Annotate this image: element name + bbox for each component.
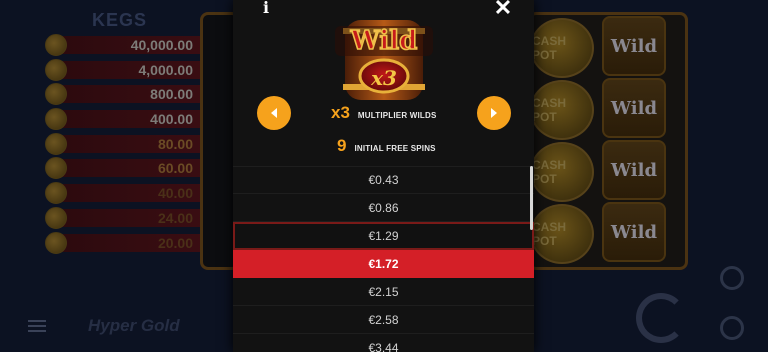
paytable-row: 4,000.00 [45, 58, 205, 81]
previous-feature-button[interactable] [257, 96, 291, 130]
cash-pot-symbol: CASH POT [530, 142, 594, 202]
feature-label: INITIAL FREE SPINS [354, 144, 436, 153]
paytable-row: 60.00 [45, 157, 205, 180]
badge-title: Wild [350, 26, 418, 56]
game-screen: KEGS 40,000.00 4,000.00 800.00 400.00 80… [0, 0, 768, 352]
turbo-icon[interactable] [720, 266, 744, 290]
paytable-row: 80.00 [45, 132, 205, 155]
wild-symbol: Wild [602, 140, 666, 200]
cash-pot-symbol: CASH POT [530, 18, 594, 78]
bet-option[interactable]: €0.86 [233, 194, 534, 222]
paytable-value: 40,000.00 [130, 37, 193, 53]
close-button[interactable]: ✕ [493, 0, 513, 19]
wild-symbol: Wild [602, 202, 666, 262]
paytable-row: 20.00 [45, 231, 205, 254]
info-button[interactable]: i [260, 0, 272, 16]
chevron-right-icon [491, 108, 497, 118]
bet-option-hovered[interactable]: €1.29 [233, 222, 534, 250]
feature-multiplier-wilds: x3 MULTIPLIER WILDS [331, 103, 437, 123]
coin-icon [45, 108, 67, 131]
coin-icon [45, 231, 67, 254]
badge-multiplier: x3 [370, 66, 397, 90]
bet-option[interactable]: €0.43 [233, 166, 534, 194]
paytable-row: 24.00 [45, 206, 205, 229]
paytable-value: 4,000.00 [138, 61, 194, 78]
paytable-value: 80.00 [157, 135, 193, 152]
bet-option[interactable]: €2.58 [233, 306, 534, 334]
chevron-left-icon [271, 108, 277, 118]
paytable: 40,000.00 4,000.00 800.00 400.00 80.00 6… [45, 34, 205, 256]
feature-label: MULTIPLIER WILDS [357, 111, 437, 120]
wild-barrel-icon: Wild x3 [335, 20, 433, 100]
feature-modal: i ✕ Wild x3 x3 MULTIPLIER WILDS 9 INITIA… [233, 0, 534, 352]
bet-option[interactable]: €2.15 [233, 278, 534, 306]
paytable-value: 400.00 [150, 111, 193, 128]
bet-option[interactable]: €3.44 [233, 334, 534, 352]
coin-icon [45, 182, 67, 205]
cash-pot-symbol: CASH POT [530, 80, 594, 140]
paytable-row: 40,000.00 [45, 34, 205, 56]
bet-list-scrollbar[interactable] [530, 166, 533, 230]
wild-x3-badge: Wild x3 [333, 14, 435, 106]
feature-free-spins: 9 INITIAL FREE SPINS [337, 136, 436, 156]
wild-symbol: Wild [602, 78, 666, 138]
paytable-value: 60.00 [157, 160, 193, 177]
paytable-value: 40.00 [157, 185, 193, 202]
menu-icon[interactable] [28, 320, 46, 332]
kegs-title: KEGS [92, 10, 148, 30]
coin-icon [45, 206, 67, 229]
paytable-value: 20.00 [157, 234, 193, 251]
paytable-value: 24.00 [157, 209, 193, 226]
coin-icon [45, 132, 67, 155]
bet-option-selected[interactable]: €1.72 [233, 250, 534, 278]
paytable-row: 800.00 [45, 83, 205, 106]
bet-list: €0.43 €0.86 €1.29 €1.72 €2.15 €2.58 €3.4… [233, 166, 534, 352]
next-feature-button[interactable] [477, 96, 511, 130]
cash-pot-symbol: CASH POT [530, 204, 594, 264]
game-logo: Hyper Gold [88, 316, 180, 335]
wild-symbol: Wild [602, 16, 666, 76]
paytable-row: 40.00 [45, 182, 205, 205]
coin-icon [45, 58, 67, 81]
paytable-value: 800.00 [150, 86, 193, 103]
autoplay-icon[interactable] [720, 316, 744, 340]
feature-value: 9 [337, 136, 347, 155]
feature-value: x3 [331, 103, 350, 122]
paytable-row: 400.00 [45, 108, 205, 131]
coin-icon [45, 34, 67, 56]
spin-button[interactable] [636, 293, 686, 343]
